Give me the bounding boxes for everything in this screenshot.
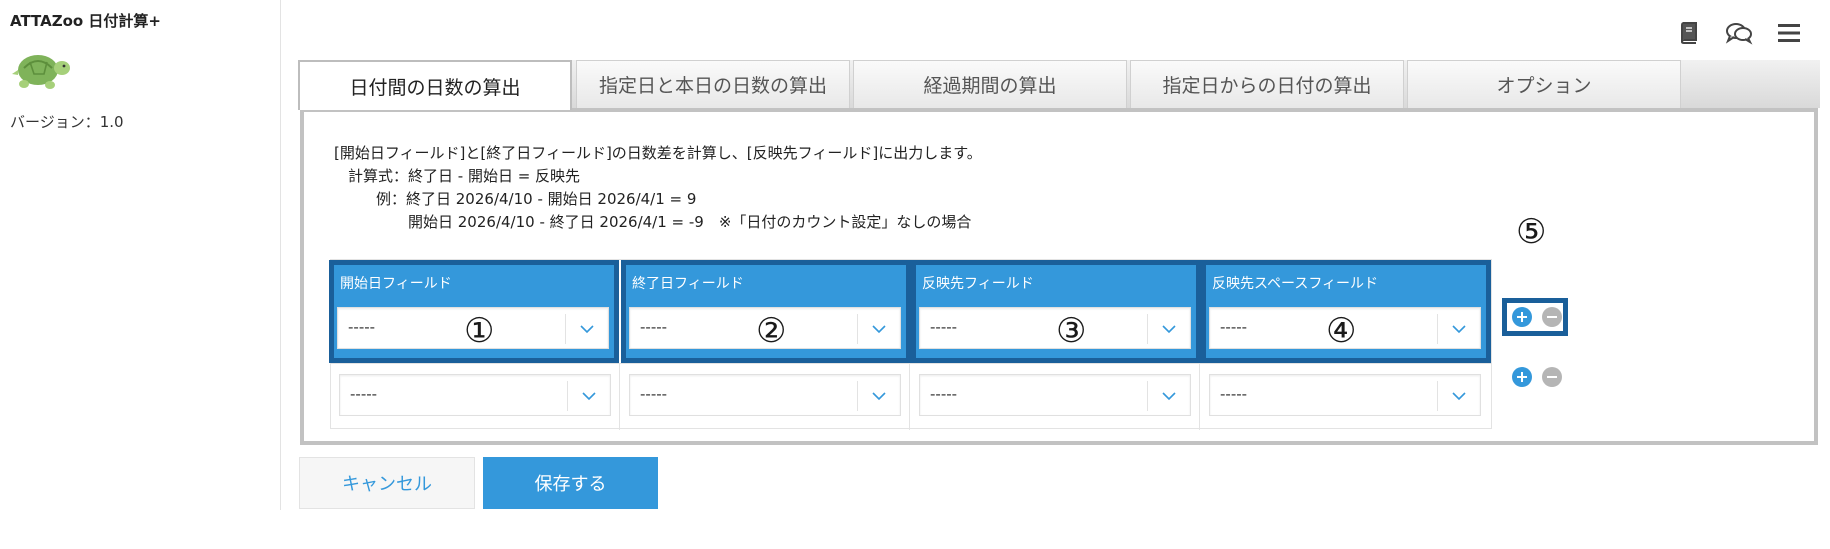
plus-icon xyxy=(1517,372,1527,382)
minus-icon xyxy=(1547,316,1557,318)
chevron-down-icon xyxy=(580,325,594,334)
chat-icon[interactable] xyxy=(1724,18,1754,48)
row-control-highlight xyxy=(1502,298,1568,336)
row-divider xyxy=(331,363,1491,364)
select-divider xyxy=(1147,314,1148,344)
top-toolbar xyxy=(1674,18,1804,48)
description: [開始日フィールド]と[終了日フィールド]の日数差を計算し、[反映先フィールド]… xyxy=(334,142,982,234)
target-space-field-select[interactable]: ----- xyxy=(1209,374,1481,416)
column-end-date: 終了日フィールド ----- ② xyxy=(621,260,911,363)
select-value: ----- xyxy=(1220,318,1248,336)
add-row-button[interactable] xyxy=(1512,367,1532,387)
plus-icon xyxy=(1517,312,1527,322)
description-line: 計算式：終了日 - 開始日 = 反映先 xyxy=(348,167,581,185)
chevron-down-icon xyxy=(1162,325,1176,334)
select-divider xyxy=(857,314,858,344)
turtle-icon xyxy=(10,48,72,92)
tab-bar: 日付間の日数の算出 指定日と本日の日数の算出 経過期間の算出 指定日からの日付の… xyxy=(298,60,1820,110)
column-divider xyxy=(619,363,620,430)
select-divider xyxy=(1437,381,1438,411)
sidebar: ATTAZoo 日付計算+ バージョン：1.0 xyxy=(0,0,281,510)
cancel-button[interactable]: キャンセル xyxy=(299,457,475,509)
chevron-down-icon xyxy=(1162,392,1176,401)
tab-days-to-today[interactable]: 指定日と本日の日数の算出 xyxy=(576,60,850,108)
select-value: ----- xyxy=(640,318,668,336)
description-line: [開始日フィールド]と[終了日フィールド]の日数差を計算し、[反映先フィールド]… xyxy=(334,144,982,162)
annotation-marker: ④ xyxy=(1326,311,1357,351)
select-value: ----- xyxy=(1220,385,1248,403)
column-header: 反映先スペースフィールド xyxy=(1212,276,1379,292)
chevron-down-icon xyxy=(582,392,596,401)
save-button[interactable]: 保存する xyxy=(483,457,658,509)
target-field-select[interactable]: ----- xyxy=(919,307,1191,349)
chevron-down-icon xyxy=(1452,392,1466,401)
book-icon[interactable] xyxy=(1674,18,1704,48)
column-start-date: 開始日フィールド ----- ① xyxy=(329,260,619,363)
column-header: 反映先フィールド xyxy=(922,276,1034,292)
remove-row-button[interactable] xyxy=(1542,367,1562,387)
target-field-select[interactable]: ----- xyxy=(919,374,1191,416)
tab-date-from-date[interactable]: 指定日からの日付の算出 xyxy=(1130,60,1404,108)
start-date-select[interactable]: ----- xyxy=(339,374,611,416)
select-divider xyxy=(1437,314,1438,344)
field-table: 開始日フィールド ----- ① 終了日フィールド ----- ② 反映先フィー… xyxy=(329,259,1492,430)
annotation-marker: ⑤ xyxy=(1516,212,1547,252)
tab-label: 日付間の日数の算出 xyxy=(349,76,521,99)
annotation-marker: ③ xyxy=(1056,311,1087,351)
tab-label: 指定日からの日付の算出 xyxy=(1162,75,1372,97)
select-divider xyxy=(567,381,568,411)
remove-row-button[interactable] xyxy=(1542,307,1562,327)
select-value: ----- xyxy=(930,385,958,403)
column-target-space-field: 反映先スペースフィールド ----- ④ xyxy=(1201,260,1491,363)
chevron-down-icon xyxy=(872,325,886,334)
add-row-button[interactable] xyxy=(1512,307,1532,327)
annotation-marker: ① xyxy=(464,311,495,351)
tab-label: 指定日と本日の日数の算出 xyxy=(598,75,827,97)
select-divider xyxy=(857,381,858,411)
tab-label: 経過期間の算出 xyxy=(923,75,1057,97)
app-title: ATTAZoo 日付計算+ xyxy=(10,12,161,30)
select-divider xyxy=(565,314,566,344)
content-panel: [開始日フィールド]と[終了日フィールド]の日数差を計算し、[反映先フィールド]… xyxy=(300,108,1818,445)
column-header: 開始日フィールド xyxy=(340,276,452,292)
column-target-field: 反映先フィールド ----- ③ xyxy=(911,260,1201,363)
select-value: ----- xyxy=(640,385,668,403)
description-line: 例：終了日 2026/4/10 - 開始日 2026/4/1 = 9 xyxy=(376,190,697,208)
end-date-select[interactable]: ----- xyxy=(629,374,901,416)
annotation-marker: ② xyxy=(756,311,787,351)
chevron-down-icon xyxy=(1452,325,1466,334)
description-line: 開始日 2026/4/10 - 終了日 2026/4/1 = -9 ※「日付のカ… xyxy=(408,213,972,231)
select-value: ----- xyxy=(348,318,376,336)
tab-options[interactable]: オプション xyxy=(1407,60,1681,108)
select-value: ----- xyxy=(350,385,378,403)
column-divider xyxy=(909,363,910,430)
tab-label: オプション xyxy=(1496,75,1592,97)
minus-icon xyxy=(1547,376,1557,378)
tab-elapsed-period[interactable]: 経過期間の算出 xyxy=(853,60,1127,108)
column-divider xyxy=(1199,363,1200,430)
menu-icon[interactable] xyxy=(1774,18,1804,48)
chevron-down-icon xyxy=(872,392,886,401)
version-label: バージョン：1.0 xyxy=(10,113,124,131)
select-divider xyxy=(1147,381,1148,411)
column-header: 終了日フィールド xyxy=(632,276,744,292)
select-value: ----- xyxy=(930,318,958,336)
tab-days-between-dates[interactable]: 日付間の日数の算出 xyxy=(298,60,572,110)
